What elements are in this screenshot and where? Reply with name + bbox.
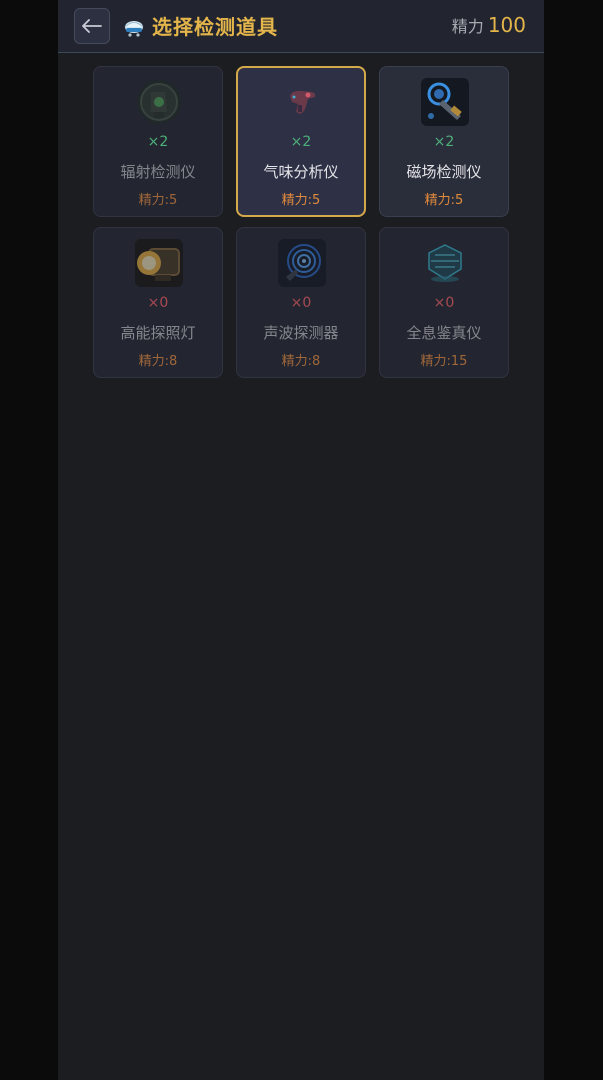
tool-cost: 精力:5	[138, 193, 178, 208]
page-title: 选择检测道具	[152, 15, 278, 39]
tool-count: ×2	[433, 134, 455, 150]
tool-count: ×0	[147, 295, 169, 311]
header-bar: 选择检测道具 精力 100	[58, 0, 544, 53]
tool-card-searchlight[interactable]: ×0 高能探照灯 精力:8	[93, 227, 223, 378]
tool-name: 高能探照灯	[120, 324, 196, 342]
tool-cost: 精力:8	[281, 354, 321, 369]
tool-cost: 精力:5	[424, 193, 464, 208]
tool-count: ×0	[290, 295, 312, 311]
title-group: 选择检测道具	[122, 12, 278, 42]
sonar-detector-icon	[278, 239, 326, 287]
tool-count: ×0	[433, 295, 455, 311]
energy-display: 精力 100	[452, 13, 526, 37]
tool-card-hologram[interactable]: ×0 全息鉴真仪 精力:15	[379, 227, 509, 378]
back-button[interactable]	[74, 8, 110, 44]
tool-name: 磁场检测仪	[406, 163, 482, 181]
tool-cost: 精力:15	[420, 354, 468, 369]
searchlight-icon	[135, 239, 183, 287]
arrow-left-icon	[82, 19, 102, 33]
tool-cost: 精力:5	[281, 193, 321, 208]
tool-name: 气味分析仪	[263, 163, 339, 181]
tool-card-odor[interactable]: ×2 气味分析仪 精力:5	[236, 66, 366, 217]
tool-count: ×2	[290, 134, 312, 150]
tool-card-magnetic[interactable]: ×2 磁场检测仪 精力:5	[379, 66, 509, 217]
tool-name: 全息鉴真仪	[406, 324, 482, 342]
tool-card-sonar[interactable]: ×0 声波探测器 精力:8	[236, 227, 366, 378]
energy-value: 100	[487, 13, 526, 37]
hologram-verifier-icon	[421, 239, 469, 287]
radiation-detector-icon	[135, 78, 183, 126]
tool-count: ×2	[147, 134, 169, 150]
energy-label: 精力	[451, 17, 484, 36]
tool-name: 声波探测器	[263, 324, 339, 342]
tool-card-radiation[interactable]: ×2 辐射检测仪 精力:5	[93, 66, 223, 217]
tool-name: 辐射检测仪	[120, 163, 196, 181]
tool-cost: 精力:8	[138, 354, 178, 369]
app-frame: 选择检测道具 精力 100 ×2 辐射检测仪 精力:5 ×2 气味分析仪 精力:…	[58, 0, 544, 1080]
detector-helmet-icon	[124, 21, 144, 37]
magnetic-detector-icon	[421, 78, 469, 126]
odor-analyzer-icon	[278, 78, 326, 126]
